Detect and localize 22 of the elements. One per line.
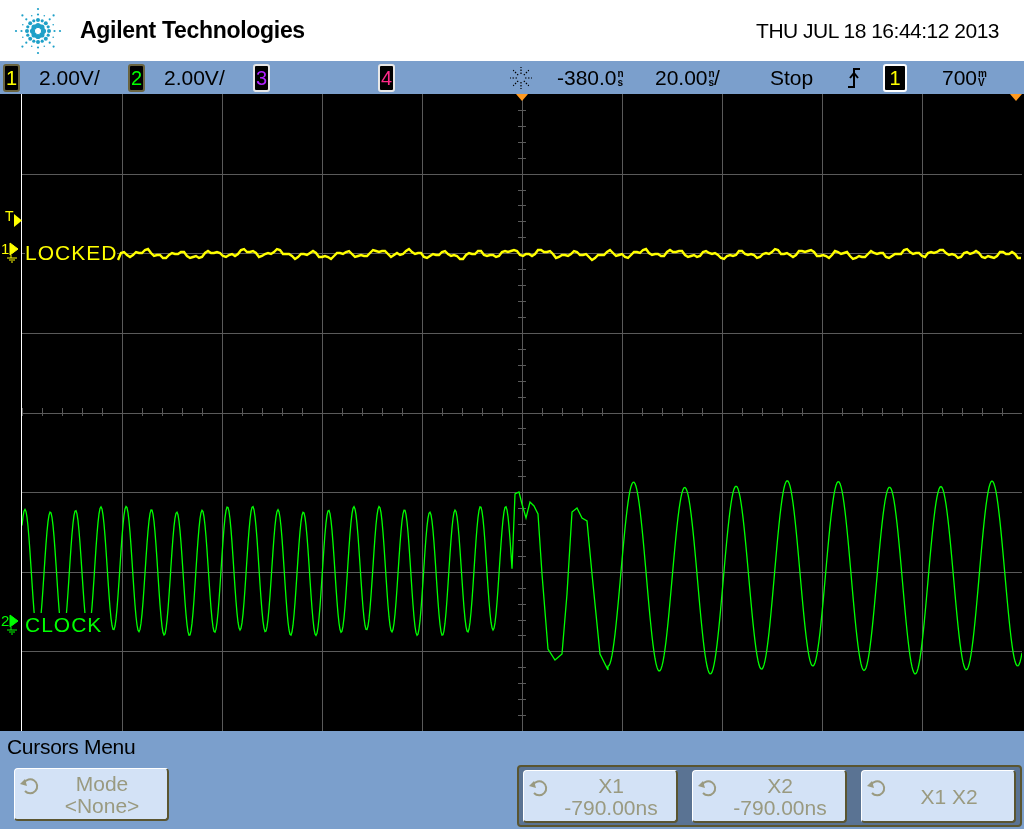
trigger-marker-label: T bbox=[5, 208, 14, 224]
acquisition-icon bbox=[509, 65, 533, 90]
menu-title: Cursors Menu bbox=[7, 735, 137, 760]
channel-key[interactable]: 3 bbox=[253, 63, 270, 92]
channel-key[interactable]: 4 bbox=[378, 63, 395, 92]
trigger-source[interactable]: 1 bbox=[883, 63, 907, 92]
volts-per-division: 2.00V/ bbox=[39, 65, 100, 90]
trigger-position-marker bbox=[516, 94, 528, 101]
run-state: Stop bbox=[770, 65, 815, 90]
trigger-level-arrow-icon[interactable] bbox=[13, 214, 22, 227]
brand-name: Agilent Technologies bbox=[80, 17, 305, 44]
date-time: THU JUL 18 16:44:12 2013 bbox=[756, 18, 999, 43]
rising-edge-icon bbox=[847, 66, 861, 89]
rotate-knob-icon bbox=[19, 775, 41, 797]
delay-marker bbox=[1010, 94, 1022, 101]
rotate-knob-icon bbox=[697, 777, 719, 799]
trace-label: CLOCK bbox=[25, 613, 103, 637]
rotate-knob-icon bbox=[866, 777, 888, 799]
volts-per-division: 2.00V/ bbox=[164, 65, 225, 90]
channel-key[interactable]: 1 bbox=[3, 63, 20, 92]
rotate-knob-icon bbox=[528, 777, 550, 799]
channel-key[interactable]: 2 bbox=[128, 63, 145, 92]
